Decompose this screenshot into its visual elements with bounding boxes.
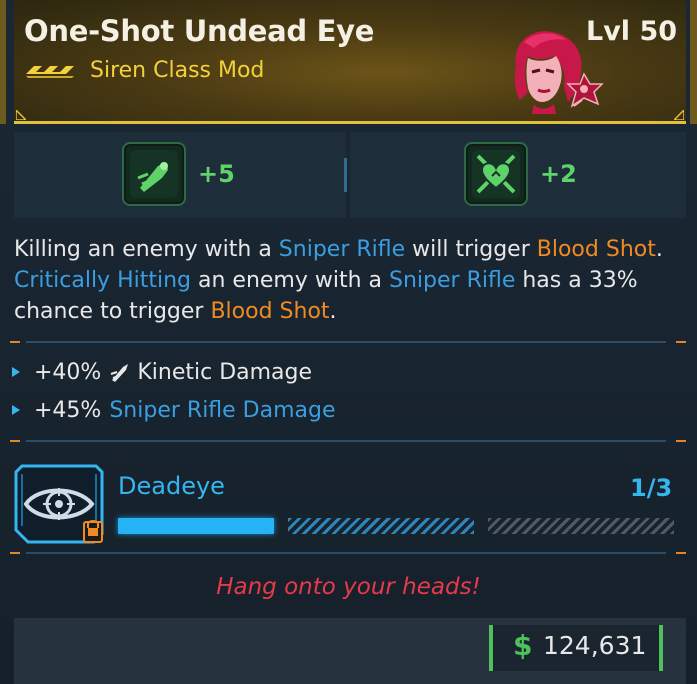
heart-crossed-swords-skill-icon[interactable] xyxy=(464,142,528,206)
siren-portrait-icon xyxy=(514,31,604,114)
stat-value: +45% xyxy=(34,397,102,423)
corner-mark-left xyxy=(16,110,26,120)
description-keyword-orange: Blood Shot xyxy=(536,237,656,262)
description-keyword-blue: Sniper Rifle xyxy=(278,237,406,262)
separator-mark xyxy=(10,341,20,343)
stat-label: Kinetic Damage xyxy=(137,359,313,385)
perk-rank: 1/3 xyxy=(630,474,673,502)
item-type: Siren Class Mod xyxy=(90,57,265,83)
description-text: Killing an enemy with a xyxy=(14,237,279,262)
perk-rank-pip-empty xyxy=(488,518,674,534)
separator-line-2 xyxy=(26,440,666,442)
stat-label: Sniper Rifle Damage xyxy=(109,397,336,423)
description-text: an enemy with a xyxy=(191,268,390,293)
item-card: One-Shot Undead Eye Siren Class Mod Lvl … xyxy=(0,0,697,684)
separator-mark xyxy=(676,341,686,343)
description-keyword-orange: Blood Shot xyxy=(210,299,330,324)
price-box: $ 124,631 xyxy=(489,625,663,671)
bullet-arrow-icon xyxy=(12,405,20,415)
separator-mark xyxy=(676,552,686,554)
separator-line-3 xyxy=(26,552,666,554)
sniper-shot-skill-icon[interactable] xyxy=(122,142,186,206)
item-description: Killing an enemy with a Sniper Rifle wil… xyxy=(14,234,686,327)
stat-line-sniper: +45% Sniper Rifle Damage xyxy=(12,395,336,425)
separator-mark xyxy=(676,440,686,442)
separator-mark xyxy=(10,552,20,554)
skill-bonus-box-2: +2 xyxy=(350,132,686,218)
separator-line-1 xyxy=(26,341,666,343)
skill-bonus-value-1: +5 xyxy=(198,160,235,188)
kinetic-bullet-icon xyxy=(111,364,129,382)
item-name: One-Shot Undead Eye xyxy=(24,14,375,48)
description-text: will trigger xyxy=(405,237,537,262)
description-keyword-blue: Sniper Rifle xyxy=(389,268,516,293)
stat-line-kinetic: +40% Kinetic Damage xyxy=(12,357,312,387)
stat-value: +40% xyxy=(34,359,102,385)
description-keyword-blue: Critically Hitting xyxy=(14,268,191,293)
header-edge-right xyxy=(690,0,697,124)
skill-bonus-box-1: +5 xyxy=(14,132,346,218)
price-amount: 124,631 xyxy=(543,631,647,660)
rarity-chevrons-icon xyxy=(26,66,74,78)
currency-symbol: $ xyxy=(513,629,533,662)
description-text: . xyxy=(655,237,663,262)
corner-mark-right xyxy=(674,110,684,120)
header-edge-left xyxy=(0,0,6,124)
perk-rank-pip-filled xyxy=(118,518,274,534)
perk-rank-pip-empty xyxy=(288,518,474,534)
stat-divider xyxy=(344,158,347,192)
separator-mark xyxy=(10,440,20,442)
perk-name: Deadeye xyxy=(118,472,225,500)
flavor-text: Hang onto your heads! xyxy=(216,574,481,600)
description-text: . xyxy=(329,299,337,324)
item-type-row: Siren Class Mod xyxy=(24,56,264,84)
item-header: One-Shot Undead Eye Siren Class Mod Lvl … xyxy=(14,0,686,124)
skill-bonus-value-2: +2 xyxy=(540,160,577,188)
deadeye-eye-icon[interactable] xyxy=(14,464,104,546)
bullet-arrow-icon xyxy=(12,367,20,377)
